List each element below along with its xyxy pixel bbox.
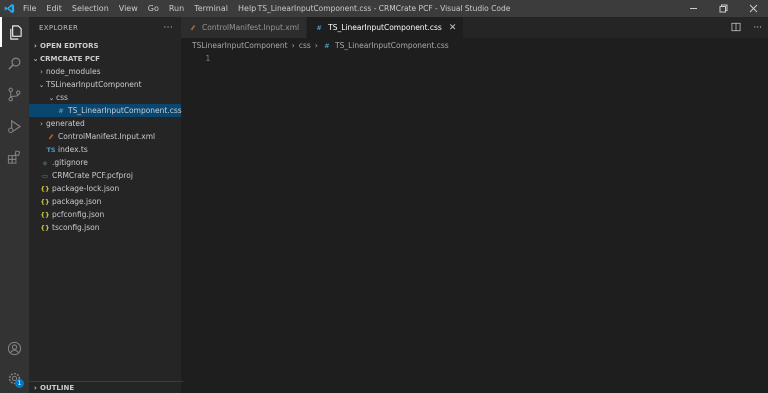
menu-run[interactable]: Run (164, 0, 189, 17)
outline-label: OUTLINE (40, 383, 75, 392)
tab-label: TS_LinearInputComponent.css (328, 23, 442, 32)
more-actions-icon[interactable]: ··· (164, 23, 173, 33)
tree-item[interactable]: ◆ .gitignore (29, 156, 181, 169)
menu-go[interactable]: Go (143, 0, 164, 17)
file-type-icon: # (58, 106, 64, 115)
chevron-right-icon: › (40, 119, 43, 128)
tree-item[interactable]: › node_modules (29, 65, 181, 78)
window-controls (678, 0, 768, 17)
chevron-right-icon: › (314, 41, 318, 50)
chevron-down-icon: ⌄ (48, 93, 55, 102)
close-tab-icon[interactable]: ✕ (449, 23, 457, 33)
tree-item[interactable]: {} tsconfig.json (29, 221, 181, 234)
breadcrumb-file[interactable]: TS_LinearInputComponent.css (335, 41, 449, 50)
tree-item-label: index.ts (58, 145, 88, 154)
xml-file-icon: ⁄⁄ (191, 23, 195, 32)
tree-item-label: css (56, 93, 68, 102)
explorer-header: EXPLORER ··· (29, 17, 181, 39)
menu-help[interactable]: Help (233, 0, 261, 17)
tree-item[interactable]: ⌄ css (29, 91, 181, 104)
file-type-icon: {} (40, 184, 50, 193)
menu-selection[interactable]: Selection (67, 0, 114, 17)
split-editor-icon[interactable] (731, 22, 741, 34)
chevron-down-icon: ⌄ (38, 80, 45, 89)
file-type-icon: {} (40, 210, 50, 219)
chevron-down-icon: ⌄ (32, 54, 39, 63)
tab-controlmanifest[interactable]: ⁄⁄ ControlManifest.Input.xml (181, 17, 308, 38)
workspace-section[interactable]: ⌄ CRMCRATE PCF (29, 52, 181, 65)
tree-item-label: CRMCrate PCF.pcfproj (52, 171, 133, 180)
tree-item[interactable]: › generated (29, 117, 181, 130)
chevron-right-icon: › (40, 67, 43, 76)
file-type-icon: ◆ (42, 158, 48, 167)
explorer-sidebar: EXPLORER ··· › OPEN EDITORS ⌄ CRMCRATE P… (29, 17, 183, 393)
editor-actions: ··· (731, 17, 762, 38)
tree-item-label: TSLinearInputComponent (46, 80, 142, 89)
open-editors-section[interactable]: › OPEN EDITORS (29, 39, 181, 52)
tree-item[interactable]: TS index.ts (29, 143, 181, 156)
tree-item[interactable]: ⌄ TSLinearInputComponent (29, 78, 181, 91)
run-debug-icon[interactable] (0, 111, 29, 141)
activity-bar: 1 (0, 17, 29, 393)
menu-edit[interactable]: Edit (41, 0, 67, 17)
minimize-icon[interactable] (678, 0, 708, 17)
tab-ts-linearinputcomponent-css[interactable]: # TS_LinearInputComponent.css ✕ (307, 17, 465, 38)
update-badge: 1 (15, 379, 24, 388)
settings-gear-icon[interactable]: 1 (0, 363, 29, 393)
menu-bar: File Edit Selection View Go Run Terminal… (18, 0, 261, 17)
tree-item-label: package-lock.json (52, 184, 120, 193)
more-actions-icon[interactable]: ··· (753, 23, 762, 33)
search-icon[interactable] (0, 48, 29, 78)
menu-terminal[interactable]: Terminal (189, 0, 233, 17)
chevron-right-icon: › (291, 41, 295, 50)
line-number: 1 (205, 54, 210, 63)
file-type-icon: {} (40, 197, 50, 206)
restore-icon[interactable] (708, 0, 738, 17)
file-type-icon: TS (46, 145, 56, 154)
tree-item[interactable]: ▭ CRMCrate PCF.pcfproj (29, 169, 181, 182)
chevron-right-icon: › (34, 41, 37, 50)
open-editors-label: OPEN EDITORS (40, 41, 99, 50)
tree-item[interactable]: {} pcfconfig.json (29, 208, 181, 221)
close-icon[interactable] (738, 0, 768, 17)
tree-item[interactable]: {} package.json (29, 195, 181, 208)
breadcrumb-subfolder[interactable]: css (299, 41, 311, 50)
explorer-icon[interactable] (0, 17, 29, 47)
file-tree: › node_modules ⌄ TSLinearInputComponent ⌄ css… (29, 65, 182, 234)
file-type-icon: {} (40, 223, 50, 232)
extensions-icon[interactable] (0, 142, 29, 172)
css-file-icon: # (316, 23, 322, 32)
tree-item-label: pcfconfig.json (52, 210, 105, 219)
tree-item-label: package.json (52, 197, 102, 206)
editor-tabs: ⁄⁄ ControlManifest.Input.xml # TS_Linear… (181, 17, 768, 38)
explorer-title: EXPLORER (39, 24, 79, 32)
menu-view[interactable]: View (114, 0, 143, 17)
tree-item-label: .gitignore (52, 158, 88, 167)
title-bar: File Edit Selection View Go Run Terminal… (0, 0, 768, 17)
tree-item[interactable]: ⁄⁄ ControlManifest.Input.xml (29, 130, 181, 143)
source-control-icon[interactable] (0, 79, 29, 109)
css-file-icon: # (324, 41, 330, 50)
menu-file[interactable]: File (18, 0, 41, 17)
breadcrumb: TSLinearInputComponent › css › # TS_Line… (181, 38, 768, 53)
tree-item[interactable]: {} package-lock.json (29, 182, 181, 195)
vscode-logo-icon (0, 0, 18, 17)
tree-item-label: TS_LinearInputComponent.css (68, 106, 182, 115)
tree-item-label: node_modules (46, 67, 101, 76)
tree-item-label: tsconfig.json (52, 223, 100, 232)
tree-item-label: generated (46, 119, 85, 128)
chevron-right-icon: › (34, 383, 37, 392)
breadcrumb-folder[interactable]: TSLinearInputComponent (192, 41, 288, 50)
account-icon[interactable] (0, 333, 29, 363)
file-type-icon: ⁄⁄ (49, 132, 53, 141)
workspace-label: CRMCRATE PCF (40, 54, 100, 63)
tree-item-label: ControlManifest.Input.xml (58, 132, 156, 141)
tab-label: ControlManifest.Input.xml (202, 23, 300, 32)
tree-item[interactable]: # TS_LinearInputComponent.css (29, 104, 182, 117)
outline-section[interactable]: › OUTLINE (29, 381, 183, 393)
file-type-icon: ▭ (41, 171, 49, 180)
